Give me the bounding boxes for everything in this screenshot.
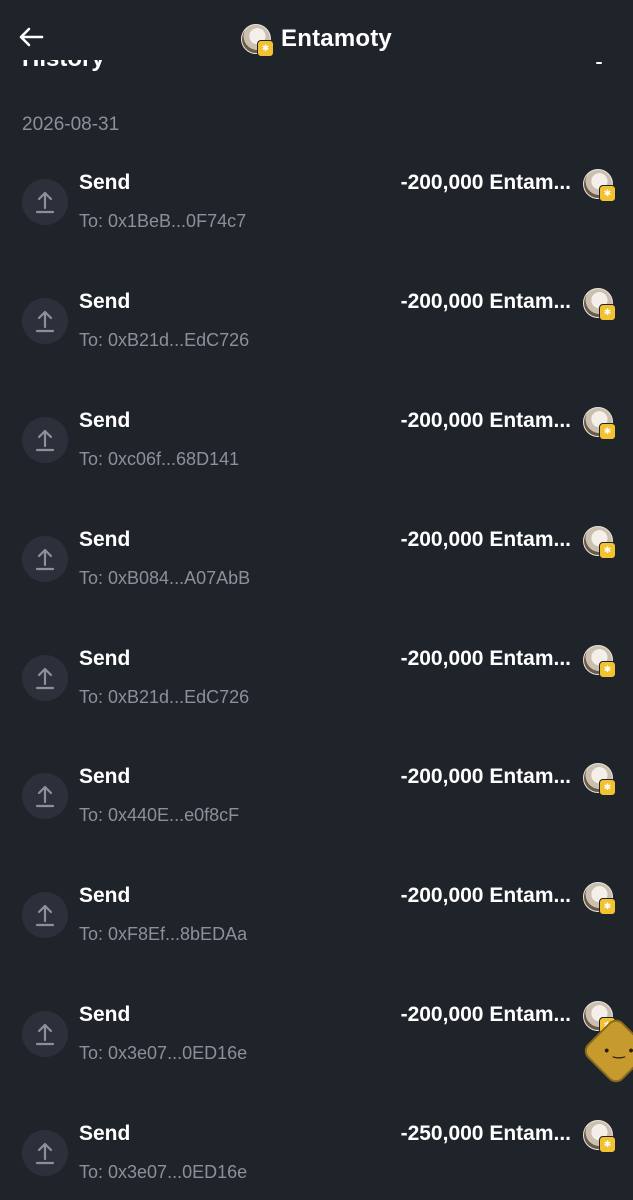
transaction-type: Send <box>79 171 131 194</box>
token-icon: ✱ <box>583 287 616 321</box>
send-icon-circle <box>22 773 68 820</box>
transaction-amount: -200,000 Entam... <box>400 527 571 551</box>
token-icon: ✱ <box>583 1120 616 1154</box>
history-page: History ✱ Entamoty 2026-08-31 Send To: 0… <box>0 0 633 1200</box>
transaction-amount: -200,000 Entam... <box>400 408 571 432</box>
transaction-row[interactable]: Send To: 0xc06f...68D141 -200,000 Entam.… <box>0 393 633 512</box>
transaction-recipient: To: 0xB21d...EdC726 <box>79 329 250 350</box>
transaction-type: Send <box>79 1003 131 1027</box>
token-avatar-icon: ✱ <box>583 169 616 202</box>
upload-arrow-icon <box>35 548 55 570</box>
send-icon-circle <box>22 892 68 939</box>
transaction-row[interactable]: Send To: 0x440E...e0f8cF -200,000 Entam.… <box>0 749 633 868</box>
transaction-type: Send <box>79 408 131 432</box>
transaction-amount: -200,000 Entam... <box>400 884 571 908</box>
token-icon: ✱ <box>583 882 616 916</box>
transaction-type: Send <box>79 1122 131 1146</box>
token-avatar-icon: ✱ <box>583 287 616 321</box>
token-icon: ✱ <box>583 406 616 440</box>
token-icon: ✱ <box>583 169 616 202</box>
transaction-recipient: To: 0x440E...e0f8cF <box>79 805 240 826</box>
send-icon-circle <box>22 535 68 582</box>
send-icon-circle <box>22 179 68 225</box>
transaction-row[interactable]: Send To: 0xB084...A07AbB -200,000 Entam.… <box>0 512 633 631</box>
upload-arrow-icon <box>35 1143 55 1165</box>
token-icon: ✱ <box>583 644 616 678</box>
transaction-row[interactable]: Send To: 0xF8Ef...8bEDAa -200,000 Entam.… <box>0 868 633 987</box>
transaction-amount: -200,000 Entam... <box>400 1003 571 1027</box>
transaction-list: Send To: 0x1BeB...0F74c7 -200,000 Entam.… <box>0 155 633 1200</box>
transaction-recipient: To: 0xc06f...68D141 <box>79 448 240 469</box>
transaction-row[interactable]: Send To: 0x1BeB...0F74c7 -200,000 Entam.… <box>0 155 633 274</box>
token-avatar-icon: ✱ <box>241 24 275 57</box>
send-icon-circle <box>22 1130 68 1177</box>
transaction-row[interactable]: Send To: 0xB21d...EdC726 -200,000 Entam.… <box>0 631 633 750</box>
transaction-row[interactable]: Send To: 0xB21d...EdC726 -200,000 Entam.… <box>0 274 633 393</box>
token-avatar-icon: ✱ <box>583 1120 616 1154</box>
upload-arrow-icon <box>35 1024 55 1046</box>
transaction-amount: -200,000 Entam... <box>400 765 571 789</box>
send-icon-circle <box>22 654 68 701</box>
upload-arrow-icon <box>35 905 55 927</box>
send-icon-circle <box>22 297 68 344</box>
transaction-row[interactable]: Send To: 0x3e07...0ED16e -200,000 Entam.… <box>0 987 633 1106</box>
top-bar: ✱ Entamoty <box>0 0 633 60</box>
transaction-amount: -200,000 Entam... <box>400 646 571 670</box>
upload-arrow-icon <box>35 429 55 451</box>
token-avatar-icon: ✱ <box>583 525 616 559</box>
transaction-recipient: To: 0x1BeB...0F74c7 <box>79 211 247 231</box>
transaction-type: Send <box>79 765 131 789</box>
token-title-group: ✱ Entamoty <box>0 22 633 57</box>
upload-arrow-icon <box>35 667 55 689</box>
token-avatar-icon: ✱ <box>583 763 616 797</box>
upload-arrow-icon <box>35 191 55 214</box>
token-icon: ✱ <box>583 763 616 797</box>
transaction-type: Send <box>79 884 131 908</box>
transaction-recipient: To: 0x3e07...0ED16e <box>79 1043 248 1064</box>
send-icon-circle <box>22 1011 68 1058</box>
transaction-recipient: To: 0xB21d...EdC726 <box>79 686 250 707</box>
send-icon-circle <box>22 416 68 463</box>
token-avatar-icon: ✱ <box>583 882 616 916</box>
upload-arrow-icon <box>35 786 55 808</box>
token-avatar-icon: ✱ <box>583 406 616 440</box>
transaction-recipient: To: 0xB084...A07AbB <box>79 567 251 588</box>
transaction-type: Send <box>79 527 131 551</box>
date-group-label: 2026-08-31 <box>22 114 120 135</box>
transaction-amount: -200,000 Entam... <box>400 171 571 194</box>
transaction-row[interactable]: Send To: 0x3e07...0ED16e -250,000 Entam.… <box>0 1106 633 1200</box>
transaction-amount: -200,000 Entam... <box>400 289 571 313</box>
transaction-type: Send <box>79 646 131 670</box>
transaction-recipient: To: 0x3e07...0ED16e <box>79 1162 248 1183</box>
transaction-amount: -250,000 Entam... <box>400 1122 571 1146</box>
page-title: Entamoty <box>281 25 392 52</box>
upload-arrow-icon <box>35 310 55 332</box>
transaction-recipient: To: 0xF8Ef...8bEDAa <box>79 924 248 945</box>
token-avatar-icon: ✱ <box>583 644 616 678</box>
token-icon: ✱ <box>583 525 616 559</box>
transaction-type: Send <box>79 289 131 313</box>
